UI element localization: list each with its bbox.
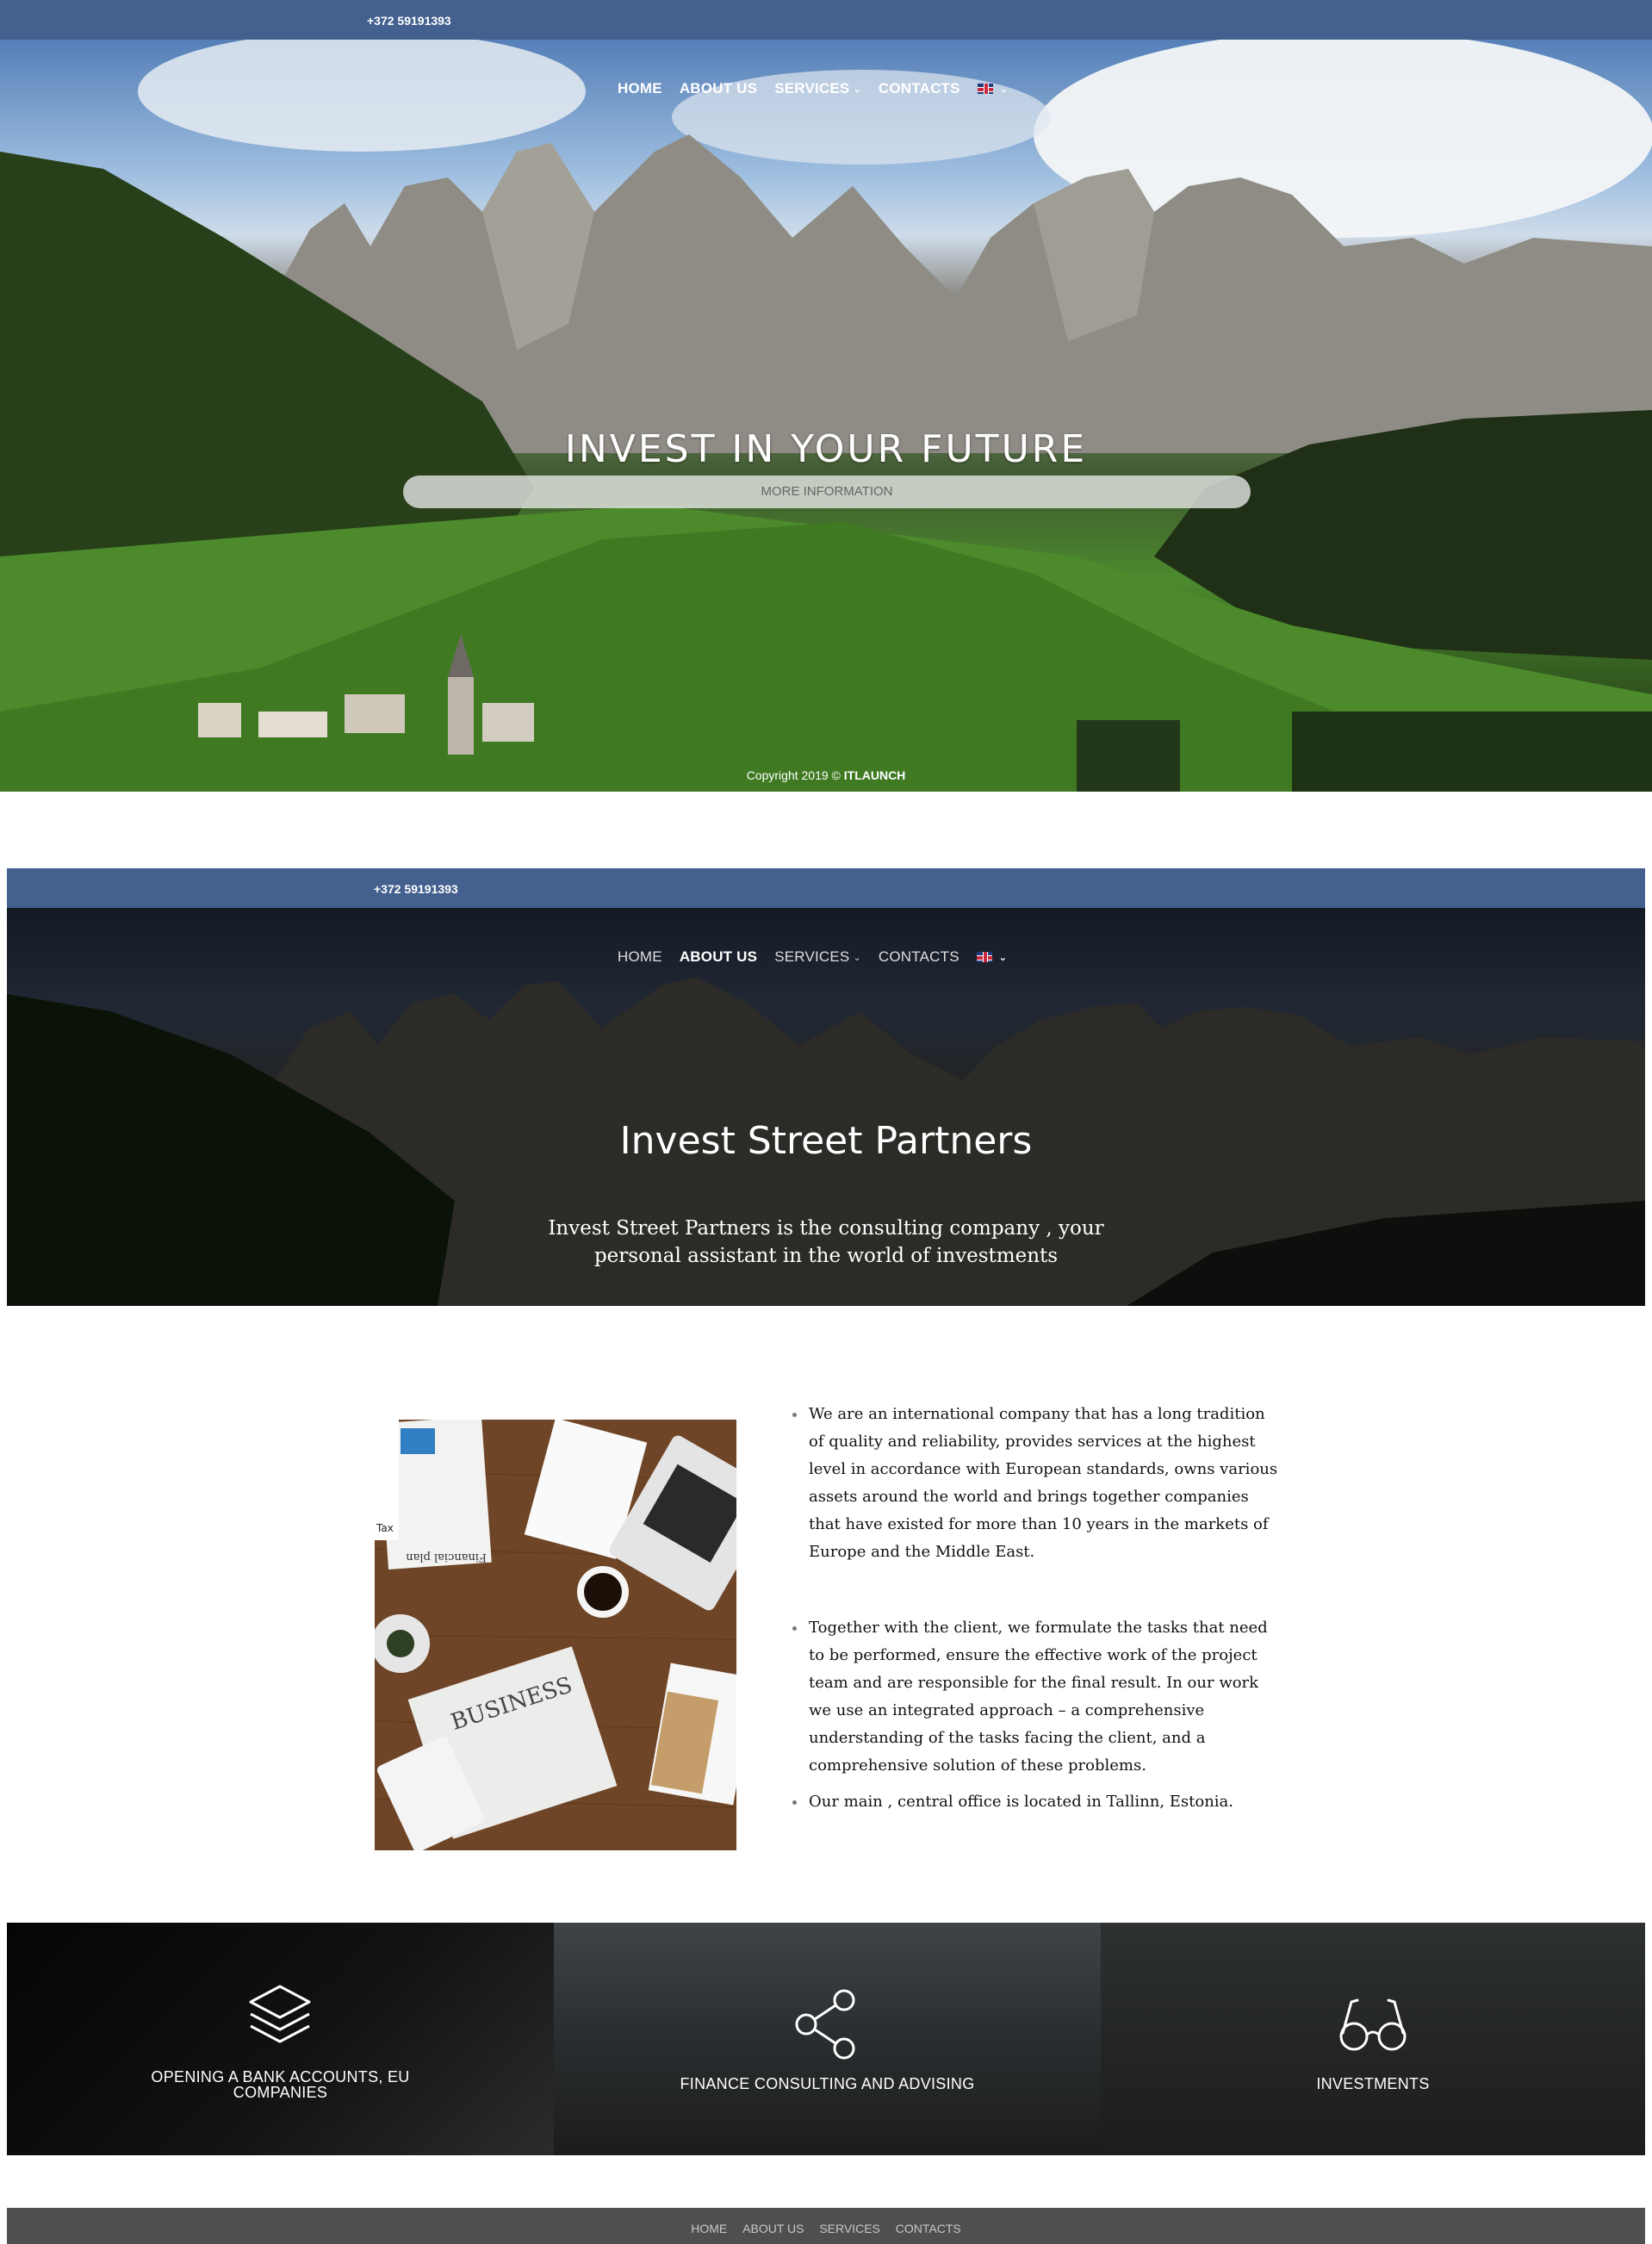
chevron-down-icon: ⌄ [853, 84, 861, 95]
copyright-text: Copyright 2019 © [746, 768, 844, 782]
about-bullet: Together with the client, we formulate t… [792, 1614, 1283, 1780]
service-tile-finance-consulting[interactable]: FINANCE CONSULTING AND ADVISING [554, 1923, 1101, 2155]
top-bar-about: +372 59191393 [7, 868, 1645, 908]
company-subtitle: Invest Street Partners is the consulting… [548, 1217, 1104, 1267]
service-tile-investments[interactable]: INVESTMENTS [1101, 1923, 1645, 2155]
hero-title: INVEST IN YOUR FUTURE [564, 427, 1088, 471]
hero-section: HOME ABOUT US SERVICES ⌄ CONTACTS ⌄ INVES… [0, 40, 1652, 792]
nav-services[interactable]: SERVICES ⌄ [774, 948, 861, 966]
service-label: OPENING A BANK ACCOUNTS, EU COMPANIES [151, 2068, 410, 2101]
language-selector[interactable]: ⌄ [976, 952, 1008, 963]
footer-link-contacts[interactable]: CONTACTS [896, 2222, 961, 2235]
business-desk-photo: Financial plan Tax BUSINESS [375, 1420, 736, 1850]
language-selector[interactable]: ⌄ [977, 84, 1009, 95]
nav-home[interactable]: HOME [618, 948, 662, 966]
mountain-landscape-image [0, 40, 1652, 792]
about-bullet-list: We are an international company that has… [792, 1401, 1283, 1816]
nav-home[interactable]: HOME [618, 80, 662, 97]
glasses-icon [1339, 1998, 1407, 2051]
nav-services-label: SERVICES [774, 948, 850, 965]
nav-contacts[interactable]: CONTACTS [879, 80, 960, 97]
layers-icon [249, 1985, 311, 2043]
nav-services[interactable]: SERVICES ⌄ [774, 80, 861, 97]
nav-services-label: SERVICES [774, 80, 850, 96]
chevron-down-icon: ⌄ [853, 952, 861, 963]
service-tile-bank-accounts[interactable]: OPENING A BANK ACCOUNTS, EU COMPANIES [7, 1923, 554, 2155]
footer-nav: HOME ABOUT US SERVICES CONTACTS [7, 2222, 1645, 2235]
footer-link-home[interactable]: HOME [691, 2222, 727, 2235]
main-nav: HOME ABOUT US SERVICES ⌄ CONTACTS ⌄ [618, 80, 1025, 97]
uk-flag-icon [976, 952, 992, 962]
nav-about[interactable]: ABOUT US [680, 80, 757, 97]
about-hero-section: HOME ABOUT US SERVICES ⌄ CONTACTS ⌄ Inves… [7, 908, 1645, 1306]
copyright: Copyright 2019 © ITLAUNCH [0, 768, 1652, 782]
footer: HOME ABOUT US SERVICES CONTACTS [7, 2208, 1645, 2244]
financial-plan-text: Financial plan [406, 1551, 487, 1563]
service-label: FINANCE CONSULTING AND ADVISING [680, 2075, 975, 2092]
about-bullet: We are an international company that has… [792, 1401, 1283, 1566]
phone-number[interactable]: +372 59191393 [374, 882, 458, 896]
footer-link-services[interactable]: SERVICES [819, 2222, 880, 2235]
desk-illustration: Financial plan Tax BUSINESS [375, 1420, 736, 1850]
share-icon [795, 1989, 855, 2060]
more-information-button[interactable]: MORE INFORMATION [403, 476, 1251, 508]
service-label: INVESTMENTS [1316, 2075, 1430, 2092]
company-title: Invest Street Partners [619, 1119, 1033, 1163]
nav-contacts[interactable]: CONTACTS [879, 948, 960, 966]
nav-about[interactable]: ABOUT US [680, 948, 757, 966]
phone-number[interactable]: +372 59191393 [367, 14, 451, 28]
about-nav: HOME ABOUT US SERVICES ⌄ CONTACTS ⌄ [618, 948, 1024, 966]
uk-flag-icon [977, 84, 993, 94]
footer-link-about[interactable]: ABOUT US [742, 2222, 804, 2235]
top-bar: +372 59191393 [0, 0, 1652, 40]
tax-text: Tax [376, 1522, 394, 1534]
chevron-down-icon: ⌄ [998, 952, 1008, 963]
copyright-brand[interactable]: ITLAUNCH [844, 768, 906, 782]
about-bullet: Our main , central office is located in … [792, 1788, 1283, 1816]
chevron-down-icon: ⌄ [999, 84, 1009, 95]
